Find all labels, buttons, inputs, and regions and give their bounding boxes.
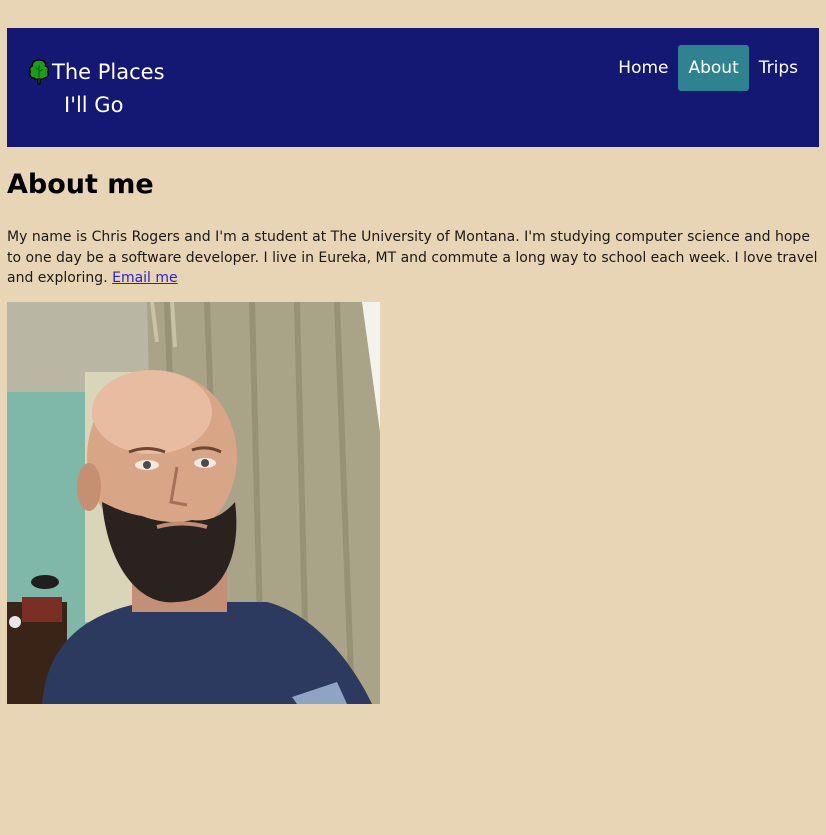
site-title-line1: The Places xyxy=(52,60,165,84)
page-heading: About me xyxy=(7,169,154,200)
nav-trips[interactable]: Trips xyxy=(749,45,808,91)
nav-home[interactable]: Home xyxy=(608,45,678,91)
nav-about[interactable]: About xyxy=(678,45,749,91)
site-title-line2: I'll Go xyxy=(64,93,124,117)
site-title[interactable]: The Places I'll Go xyxy=(52,56,202,122)
tree-icon xyxy=(29,59,49,85)
email-link[interactable]: Email me xyxy=(112,270,178,286)
profile-photo xyxy=(7,302,380,704)
main-nav: Home About Trips xyxy=(608,45,808,91)
bio-paragraph: My name is Chris Rogers and I'm a studen… xyxy=(7,227,819,289)
